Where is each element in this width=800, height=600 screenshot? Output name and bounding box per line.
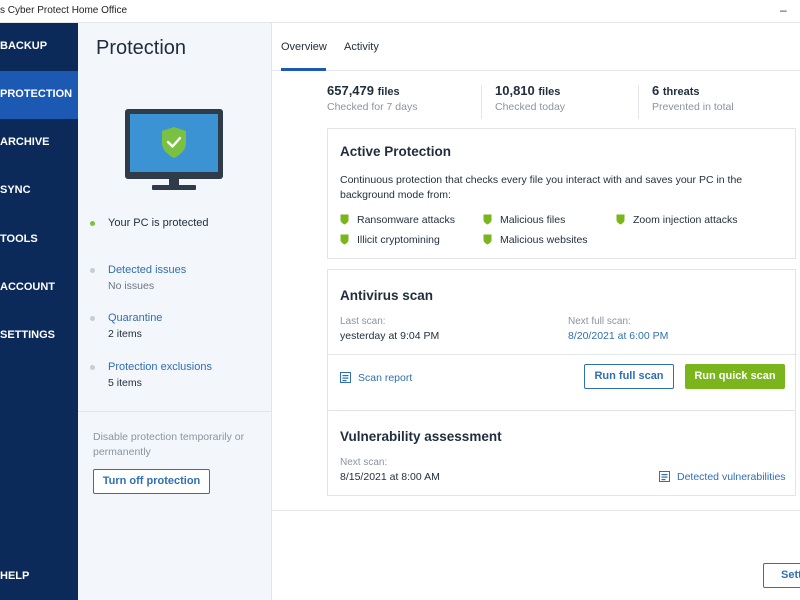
minimize-button[interactable]: – <box>780 3 787 17</box>
nav-item-backup[interactable]: BACKUP <box>0 23 78 71</box>
feature-ransomware: Ransomware attacks <box>340 214 455 226</box>
turn-off-protection-button[interactable]: Turn off protection <box>93 469 210 494</box>
feature-cryptomining: Illicit cryptomining <box>340 234 440 246</box>
disable-protection-note: Disable protection temporarily or perman… <box>93 431 245 458</box>
feature-malicious-websites: Malicious websites <box>483 234 588 246</box>
status-dot <box>90 316 95 321</box>
active-protection-card: Active Protection Continuous protection … <box>327 128 796 259</box>
detected-vulnerabilities-label: Detected vulnerabilities <box>677 471 786 483</box>
divider <box>78 411 272 412</box>
stat-label: Checked today <box>495 101 566 113</box>
nav-item-protection[interactable]: PROTECTION <box>0 71 78 119</box>
status-dot <box>90 268 95 273</box>
main-navigation: BACKUP PROTECTION ARCHIVE SYNC TOOLS ACC… <box>0 23 78 600</box>
green-shield-icon <box>483 234 492 245</box>
antivirus-scan-title: Antivirus scan <box>340 288 434 303</box>
stat-files-today: 10,810 files Checked today <box>495 83 565 123</box>
detected-issues-link[interactable]: Detected issues <box>108 264 186 276</box>
stat-threats: 6 threats Prevented in total <box>652 83 734 123</box>
detected-vulnerabilities-link[interactable]: Detected vulnerabilities <box>659 471 786 483</box>
run-quick-scan-button[interactable]: Run quick scan <box>685 364 785 389</box>
scan-report-link[interactable]: Scan report <box>340 372 412 384</box>
settings-button[interactable]: Settings <box>763 563 800 588</box>
stat-value: 10,810 <box>495 83 535 98</box>
feature-label: Ransomware attacks <box>357 214 456 226</box>
protection-exclusions-link[interactable]: Protection exclusions <box>108 361 212 373</box>
stat-files-7-days: 657,479 files Checked for 7 days <box>327 83 417 123</box>
tab-activity[interactable]: Activity <box>344 41 379 53</box>
feature-label: Zoom injection attacks <box>633 214 738 226</box>
nav-item-account[interactable]: ACCOUNT <box>0 264 78 312</box>
vulnerability-assessment-card: Vulnerability assessment Next scan: 8/15… <box>327 410 796 496</box>
green-shield-icon <box>340 214 349 225</box>
next-scan-value: 8/15/2021 at 8:00 AM <box>340 471 440 483</box>
protected-monitor-icon <box>125 109 223 190</box>
stat-value: 657,479 <box>327 83 374 98</box>
next-full-scan-value[interactable]: 8/20/2021 at 6:00 PM <box>568 330 668 342</box>
nav-item-help[interactable]: HELP <box>0 553 78 600</box>
stat-separator <box>481 85 482 119</box>
stat-unit: threats <box>662 86 700 98</box>
main-content: Overview Activity 657,479 files Checked … <box>272 23 800 600</box>
green-shield-icon <box>483 214 492 225</box>
feature-label: Malicious websites <box>500 234 588 246</box>
active-tab-indicator <box>281 68 326 71</box>
stat-unit: files <box>538 86 561 98</box>
next-scan-label: Next scan: <box>340 457 388 468</box>
stat-separator <box>638 85 639 119</box>
report-icon <box>659 471 670 482</box>
antivirus-scan-card: Antivirus scan Last scan: yesterday at 9… <box>327 269 797 420</box>
last-scan-value: yesterday at 9:04 PM <box>340 330 440 342</box>
last-scan-label: Last scan: <box>340 316 386 327</box>
active-protection-title: Active Protection <box>340 144 452 159</box>
divider <box>328 354 797 355</box>
stats-row: 657,479 files Checked for 7 days 10,810 … <box>327 83 787 123</box>
quarantine-link[interactable]: Quarantine <box>108 312 162 324</box>
scan-report-label: Scan report <box>358 372 413 384</box>
pc-status-label: Your PC is protected <box>108 217 209 229</box>
next-full-scan-label: Next full scan: <box>568 316 631 327</box>
feature-label: Malicious files <box>500 214 566 226</box>
stat-label: Checked for 7 days <box>327 101 418 113</box>
report-icon <box>340 372 351 383</box>
feature-zoom-injection: Zoom injection attacks <box>616 214 737 226</box>
footer-divider <box>272 510 800 511</box>
run-full-scan-button[interactable]: Run full scan <box>584 364 674 389</box>
detected-issues-value: No issues <box>108 280 155 292</box>
green-shield-icon <box>616 214 625 225</box>
stat-value: 6 <box>652 83 660 98</box>
protection-side-panel: Protection Your PC is protected Detected… <box>78 23 272 600</box>
status-dot <box>90 365 95 370</box>
nav-item-archive[interactable]: ARCHIVE <box>0 119 78 167</box>
page-title: Protection <box>96 37 187 59</box>
exclusions-value: 5 items <box>108 377 142 389</box>
tab-bar: Overview Activity <box>272 23 800 71</box>
nav-item-settings[interactable]: SETTINGS <box>0 312 78 360</box>
quarantine-value: 2 items <box>108 328 142 340</box>
stat-label: Prevented in total <box>652 101 734 113</box>
feature-label: Illicit cryptomining <box>357 234 440 246</box>
vulnerability-assessment-title: Vulnerability assessment <box>340 429 502 444</box>
active-protection-description: Continuous protection that checks every … <box>340 174 743 201</box>
green-shield-icon <box>340 234 349 245</box>
feature-malicious-files: Malicious files <box>483 214 565 226</box>
tab-overview[interactable]: Overview <box>281 41 327 53</box>
status-ok-dot <box>90 221 95 226</box>
title-bar: s Cyber Protect Home Office – <box>0 0 800 23</box>
nav-item-tools[interactable]: TOOLS <box>0 216 78 264</box>
stat-unit: files <box>377 86 400 98</box>
nav-item-sync[interactable]: SYNC <box>0 167 78 215</box>
window-title: s Cyber Protect Home Office <box>0 5 128 16</box>
